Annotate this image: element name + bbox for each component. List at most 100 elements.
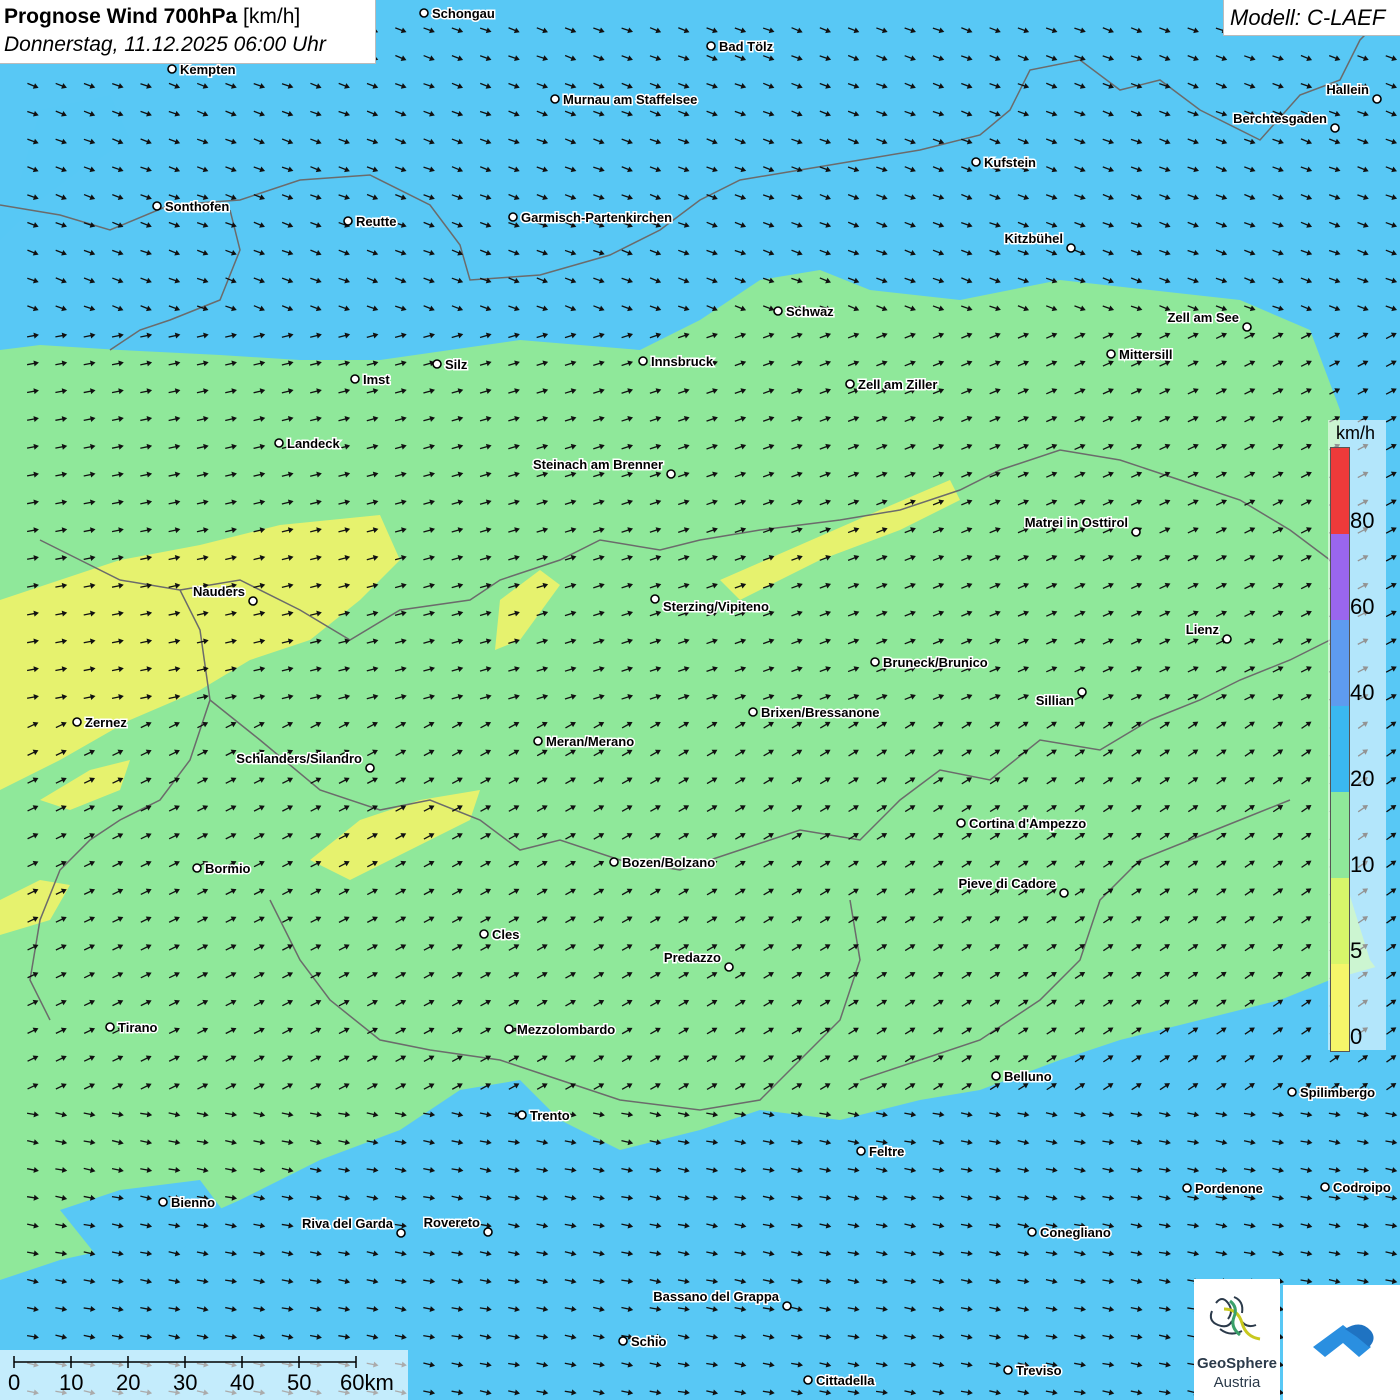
wind-map[interactable]: Schongau Bad Tölz Kempten Murnau am Staffel… xyxy=(0,0,1400,1400)
city-marker[interactable]: Cortina d'Ampezzo xyxy=(956,815,1088,833)
scale-bar: 0 10 20 30 40 50 60km xyxy=(0,1350,408,1400)
city-label: Bassano del Grappa xyxy=(653,1289,779,1304)
city-label: Pordenone xyxy=(1195,1181,1263,1196)
city-label: Innsbruck xyxy=(651,354,714,369)
city-label: Schwaz xyxy=(786,304,834,319)
city-label: Sterzing/Vipiteno xyxy=(663,599,769,614)
city-label: Rovereto xyxy=(424,1215,480,1230)
city-dot xyxy=(1182,1183,1192,1193)
city-dot xyxy=(533,736,543,746)
model-label: Modell: C-LAEF xyxy=(1230,5,1386,30)
city-dot xyxy=(803,1375,813,1385)
geosphere-logo[interactable]: GeoSphere Austria xyxy=(1194,1279,1280,1400)
geosphere-emblem-icon xyxy=(1209,1296,1261,1341)
city-label: Sonthofen xyxy=(165,199,229,214)
city-dot xyxy=(72,717,82,727)
city-dot xyxy=(1372,94,1382,104)
city-marker[interactable]: Zell am Ziller xyxy=(845,376,939,394)
city-label: Brixen/Bressanone xyxy=(761,705,880,720)
city-dot xyxy=(991,1071,1001,1081)
city-marker[interactable]: Spilimbergo xyxy=(1287,1084,1377,1102)
city-dot xyxy=(479,929,489,939)
city-dot xyxy=(152,201,162,211)
city-dot xyxy=(773,306,783,316)
city-label: Berchtesgaden xyxy=(1233,111,1327,126)
city-marker[interactable]: Meran/Merano xyxy=(533,733,636,751)
city-dot xyxy=(1287,1087,1297,1097)
city-label: Codroipo xyxy=(1333,1180,1391,1195)
scale-label-30: 30 xyxy=(173,1370,198,1395)
city-marker[interactable]: Bruneck/Brunico xyxy=(870,654,989,672)
city-label: Kufstein xyxy=(984,155,1036,170)
legend-label-0: 0 xyxy=(1350,1024,1363,1049)
city-marker[interactable]: Garmisch-Partenkirchen xyxy=(508,209,674,227)
app-badge-icon xyxy=(1313,1324,1374,1357)
city-label: Schlanders/Silandro xyxy=(236,751,362,766)
city-marker[interactable]: Pordenone xyxy=(1182,1180,1264,1198)
city-label: Mezzolombardo xyxy=(517,1022,615,1037)
city-dot xyxy=(248,596,258,606)
city-marker[interactable]: Innsbruck xyxy=(638,353,715,371)
city-dot xyxy=(1131,527,1141,537)
city-marker[interactable]: Murnau am Staffelsee xyxy=(550,91,699,109)
legend-swatch-20 xyxy=(1331,706,1349,792)
legend-label-10: 10 xyxy=(1350,852,1375,877)
city-dot xyxy=(1003,1365,1013,1375)
legend-swatch-5 xyxy=(1331,878,1349,964)
city-label: Bruneck/Brunico xyxy=(883,655,988,670)
city-label: Cles xyxy=(492,927,519,942)
city-label: Mittersill xyxy=(1119,347,1172,362)
city-dot xyxy=(350,374,360,384)
city-marker[interactable]: Sonthofen xyxy=(152,198,231,216)
city-marker[interactable]: Brixen/Bressanone xyxy=(748,704,881,722)
city-marker[interactable]: Schongau xyxy=(419,5,496,23)
city-dot xyxy=(432,359,442,369)
color-legend: km/h 80 60 40 20 10 5 0 xyxy=(1328,420,1386,1052)
city-marker[interactable]: Mezzolombardo xyxy=(504,1021,617,1039)
city-label: Hallein xyxy=(1326,82,1369,97)
map-title-text: Prognose Wind 700hPa xyxy=(4,5,238,28)
city-marker[interactable]: Bozen/Bolzano xyxy=(609,854,717,872)
app-badge[interactable] xyxy=(1283,1285,1400,1400)
city-dot xyxy=(1027,1227,1037,1237)
scale-label-20: 20 xyxy=(116,1370,141,1395)
city-label: Bormio xyxy=(205,861,251,876)
city-dot xyxy=(609,857,619,867)
city-dot xyxy=(365,763,375,773)
city-label: Kempten xyxy=(180,62,236,77)
map-title-unit: [km/h] xyxy=(243,5,301,28)
city-label: Belluno xyxy=(1004,1069,1052,1084)
city-label: Cortina d'Ampezzo xyxy=(969,816,1086,831)
city-label: Treviso xyxy=(1016,1363,1062,1378)
map-title: Prognose Wind 700hPa [km/h] xyxy=(4,5,300,29)
city-dot xyxy=(192,863,202,873)
legend-label-5: 5 xyxy=(1350,938,1363,963)
city-label: Riva del Garda xyxy=(302,1216,394,1231)
city-label: Sillian xyxy=(1036,693,1074,708)
city-label: Murnau am Staffelsee xyxy=(563,92,697,107)
city-marker[interactable]: Conegliano xyxy=(1027,1224,1112,1242)
legend-bar xyxy=(1330,447,1350,1052)
city-dot xyxy=(1059,888,1069,898)
city-label: Bozen/Bolzano xyxy=(622,855,715,870)
legend-unit: km/h xyxy=(1336,423,1376,443)
city-dot xyxy=(971,157,981,167)
scale-label-50: 50 xyxy=(287,1370,312,1395)
city-dot xyxy=(856,1146,866,1156)
city-dot xyxy=(956,818,966,828)
city-dot xyxy=(508,212,518,222)
city-label: Spilimbergo xyxy=(1300,1085,1375,1100)
city-label: Predazzo xyxy=(664,950,721,965)
legend-label-40: 40 xyxy=(1350,680,1375,705)
city-dot xyxy=(1320,1182,1330,1192)
city-dot xyxy=(748,707,758,717)
city-label: Steinach am Brenner xyxy=(533,457,663,472)
city-label: Nauders xyxy=(193,584,245,599)
city-dot xyxy=(550,94,560,104)
city-dot xyxy=(343,216,353,226)
logo-sub: Austria xyxy=(1213,1374,1261,1391)
city-label: Garmisch-Partenkirchen xyxy=(521,210,672,225)
city-dot xyxy=(870,657,880,667)
city-label: Bad Tölz xyxy=(719,39,774,54)
scale-label-0: 0 xyxy=(8,1370,21,1395)
